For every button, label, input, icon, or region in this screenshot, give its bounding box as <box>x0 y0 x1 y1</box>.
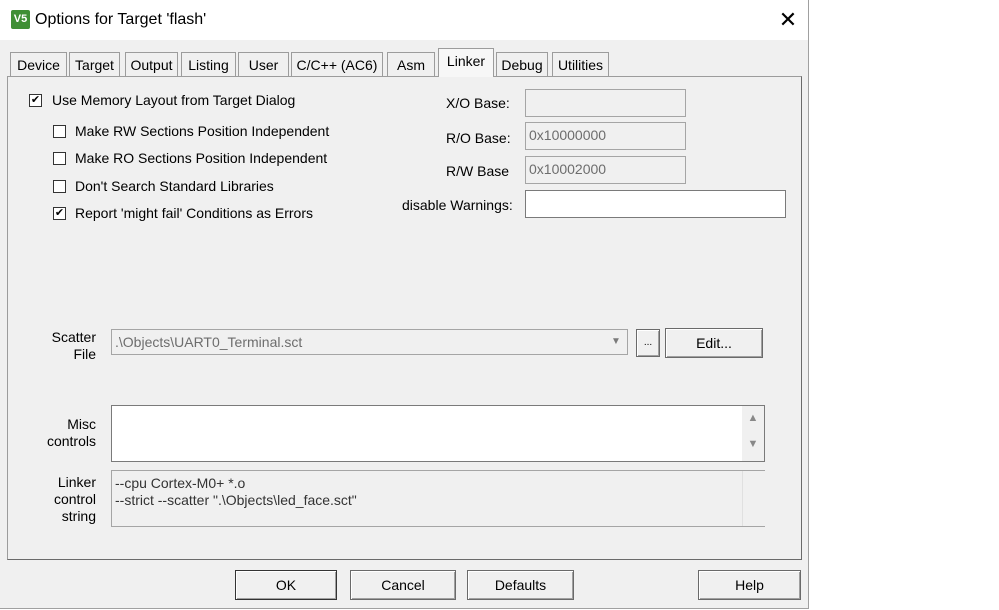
keil-uvision-icon: V5 <box>11 10 30 29</box>
rw-independent-label: Make RW Sections Position Independent <box>75 123 330 139</box>
linker-string-line: --cpu Cortex-M0+ *.o <box>115 475 246 491</box>
tab-listing[interactable]: Listing <box>181 52 236 76</box>
use-memory-layout-label: Use Memory Layout from Target Dialog <box>52 92 296 108</box>
linker-control-string-label: Linker control string <box>53 474 96 524</box>
tab-target[interactable]: Target <box>69 52 120 76</box>
close-icon[interactable]: ✕ <box>772 4 804 36</box>
window-title: Options for Target 'flash' <box>35 11 207 28</box>
dropdown-chevron-icon[interactable]: ▼ <box>607 332 625 352</box>
help-button[interactable]: Help <box>698 570 801 600</box>
title-bar: V5 Options for Target 'flash' ✕ <box>0 0 808 40</box>
tab-utilities[interactable]: Utilities <box>552 52 609 76</box>
scroll-down-icon[interactable]: ▼ <box>742 438 764 450</box>
misc-controls-label: Misc controls <box>46 416 96 449</box>
dialog-window: V5 Options for Target 'flash' ✕ Device T… <box>0 0 809 609</box>
ro-independent-checkbox[interactable] <box>53 152 66 165</box>
tab-output[interactable]: Output <box>125 52 178 76</box>
no-std-libs-checkbox[interactable] <box>53 180 66 193</box>
cancel-button[interactable]: Cancel <box>350 570 456 600</box>
ro-base-label: R/O Base: <box>446 130 511 146</box>
disable-warnings-input[interactable] <box>525 190 786 218</box>
tab-asm[interactable]: Asm <box>387 52 435 76</box>
xo-base-input[interactable] <box>525 89 686 117</box>
xo-base-label: X/O Base: <box>446 95 510 111</box>
linker-string-line: --strict --scatter ".\Objects\led_face.s… <box>115 492 357 508</box>
scatter-file-input[interactable]: .\Objects\UART0_Terminal.sct <box>111 329 628 355</box>
use-memory-layout-checkbox[interactable]: ✔ <box>29 94 42 107</box>
scroll-up-icon[interactable]: ▲ <box>742 412 764 424</box>
might-fail-checkbox[interactable]: ✔ <box>53 207 66 220</box>
might-fail-label: Report 'might fail' Conditions as Errors <box>75 205 313 221</box>
tab-linker[interactable]: Linker <box>438 48 494 77</box>
tab-device[interactable]: Device <box>10 52 67 76</box>
edit-button[interactable]: Edit... <box>665 328 763 358</box>
ok-button[interactable]: OK <box>235 570 337 600</box>
ro-base-input[interactable]: 0x10000000 <box>525 122 686 150</box>
disable-warnings-label: disable Warnings: <box>402 197 513 213</box>
scatter-file-label: Scatter File <box>51 329 96 362</box>
tab-cpp-ac6[interactable]: C/C++ (AC6) <box>291 52 383 76</box>
linker-control-string-box: --cpu Cortex-M0+ *.o --strict --scatter … <box>111 470 765 527</box>
rw-base-input[interactable]: 0x10002000 <box>525 156 686 184</box>
tab-user[interactable]: User <box>238 52 289 76</box>
misc-controls-textarea[interactable] <box>111 405 765 462</box>
rw-base-label: R/W Base <box>446 163 510 179</box>
scatter-file-value: .\Objects\UART0_Terminal.sct <box>115 334 303 350</box>
browse-button[interactable]: ... <box>636 329 660 357</box>
ro-independent-label: Make RO Sections Position Independent <box>75 150 328 166</box>
no-std-libs-label: Don't Search Standard Libraries <box>75 178 274 194</box>
tab-debug[interactable]: Debug <box>496 52 548 76</box>
linker-string-scrollbar <box>742 471 765 526</box>
misc-scrollbar[interactable]: ▲ ▼ <box>742 406 764 461</box>
defaults-button[interactable]: Defaults <box>467 570 574 600</box>
rw-independent-checkbox[interactable] <box>53 125 66 138</box>
